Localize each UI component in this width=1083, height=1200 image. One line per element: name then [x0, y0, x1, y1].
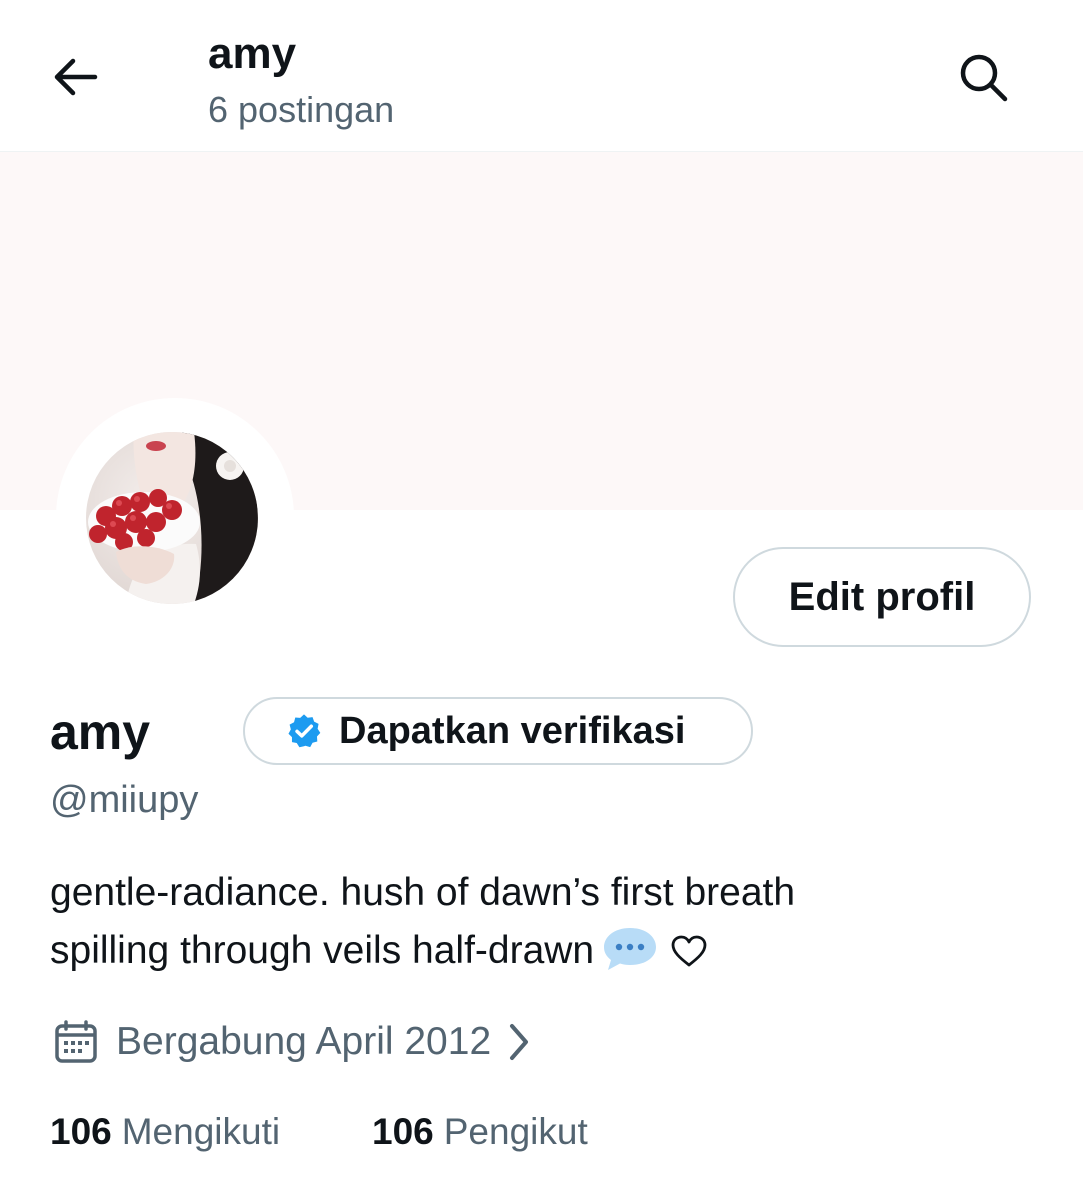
- join-date-label: Bergabung April 2012: [116, 1020, 492, 1063]
- header-title: amy: [208, 29, 297, 78]
- calendar-icon: [50, 1016, 102, 1068]
- post-count: 6 postingan: [208, 89, 395, 130]
- get-verified-button[interactable]: Dapatkan verifikasi: [243, 697, 753, 765]
- username-handle: @miiupy: [50, 779, 199, 821]
- verified-badge-icon: [285, 712, 323, 750]
- edit-profile-button[interactable]: Edit profil: [733, 547, 1031, 647]
- followers-link[interactable]: 106 Pengikut: [372, 1104, 588, 1160]
- profile-bio: gentle-radiance. hush of dawn’s first br…: [50, 864, 1030, 980]
- join-date[interactable]: Bergabung April 2012: [50, 1014, 535, 1070]
- bio-line-2-wrapper: spilling through veils half-drawn: [50, 922, 1030, 980]
- following-count: 106: [50, 1111, 112, 1152]
- search-button[interactable]: [950, 46, 1016, 108]
- bio-line-1: gentle-radiance. hush of dawn’s first br…: [50, 871, 796, 914]
- speech-bubble-emoji-icon: [604, 927, 657, 970]
- search-icon: [960, 54, 1008, 102]
- display-name: amy: [50, 704, 151, 760]
- back-button[interactable]: [44, 48, 106, 106]
- get-verified-label: Dapatkan verifikasi: [339, 709, 686, 752]
- bio-line-2: spilling through veils half-drawn: [50, 929, 595, 972]
- heart-outline-icon: [671, 935, 707, 967]
- avatar-image: [86, 432, 258, 604]
- chevron-right-icon: [503, 1018, 535, 1066]
- arrow-left-icon: [54, 58, 98, 96]
- followers-label: Pengikut: [443, 1111, 588, 1152]
- followers-count: 106: [372, 1111, 434, 1152]
- avatar[interactable]: [86, 432, 258, 604]
- following-label: Mengikuti: [121, 1111, 281, 1152]
- following-link[interactable]: 106 Mengikuti: [50, 1104, 280, 1160]
- top-app-bar: amy 6 postingan: [0, 0, 1083, 152]
